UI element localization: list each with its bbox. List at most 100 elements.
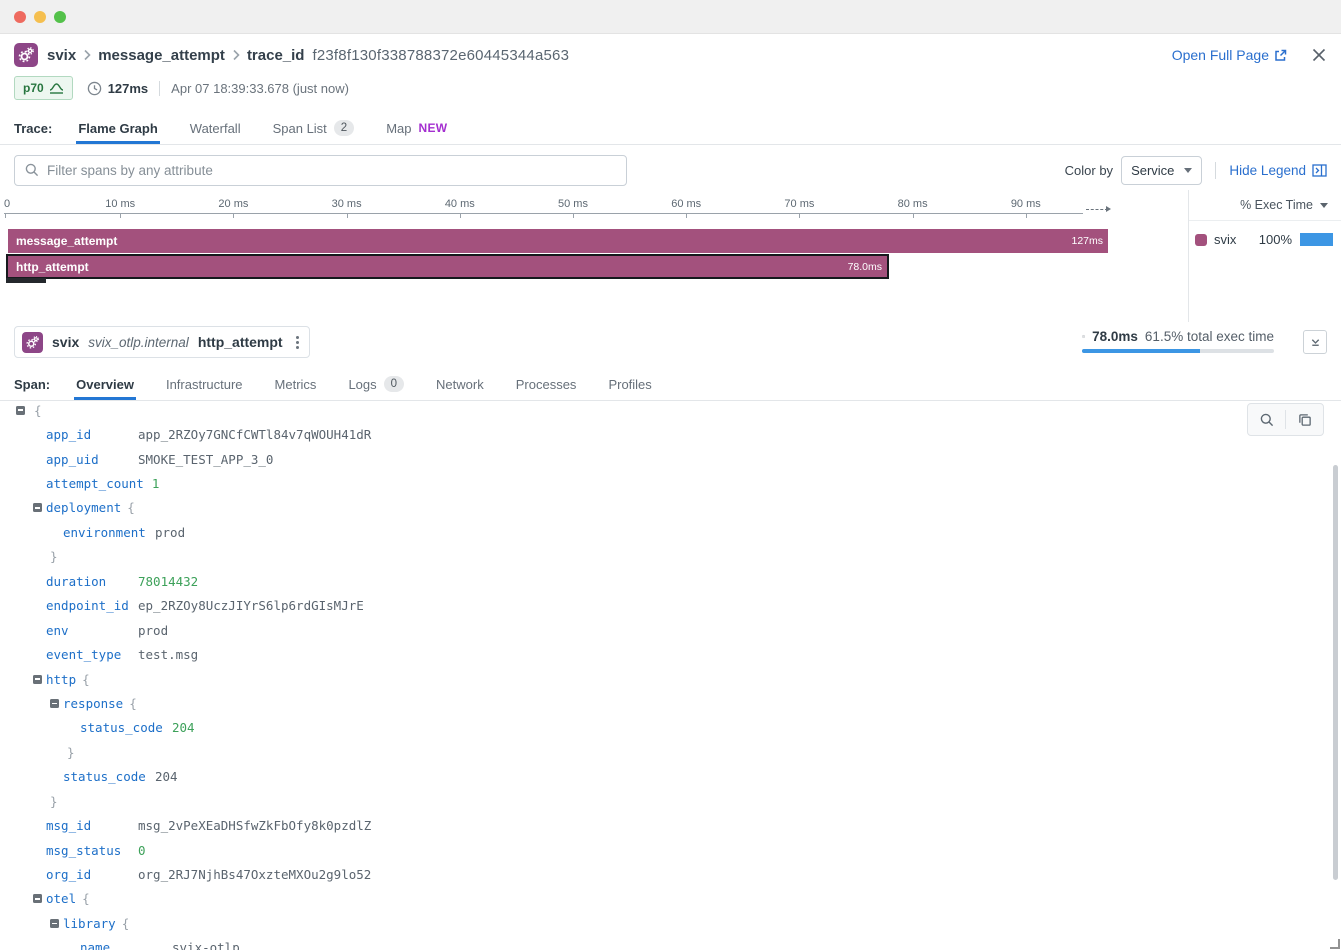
attr-value[interactable]: 78014432 (138, 574, 198, 589)
attr-object-close: } (0, 545, 1341, 569)
axis-tick-label: 50 ms (558, 198, 588, 210)
open-full-page-link[interactable]: Open Full Page (1172, 47, 1287, 63)
breadcrumb-resource[interactable]: message_attempt (98, 47, 225, 64)
tab-overview[interactable]: Overview (76, 368, 134, 400)
span-filter-input[interactable] (47, 163, 616, 178)
tab-profiles[interactable]: Profiles (608, 368, 651, 400)
attr-key[interactable]: event_type (46, 647, 130, 662)
window-close-button[interactable] (14, 11, 26, 23)
attr-row-msg-id: msg_id msg_2vPeXEaDHSfwZkFbOfy8k0pzdlZ (0, 813, 1341, 837)
attr-value[interactable]: app_2RZOy7GNCfCWTl84v7qWOUH41dR (138, 427, 371, 442)
attr-value[interactable]: 204 (155, 769, 178, 784)
attr-object-close: } (0, 789, 1341, 813)
color-by-selected-value: Service (1131, 163, 1174, 178)
breadcrumb-service[interactable]: svix (47, 47, 76, 64)
attr-key[interactable]: library (63, 916, 116, 931)
kebab-menu-icon[interactable] (292, 334, 303, 351)
axis-tick-label: 20 ms (218, 198, 248, 210)
tab-metrics[interactable]: Metrics (275, 368, 317, 400)
attr-key[interactable]: app_uid (46, 452, 130, 467)
attr-key[interactable]: app_id (46, 427, 130, 442)
attr-key[interactable]: deployment (46, 500, 121, 515)
attr-key[interactable]: msg_id (46, 818, 130, 833)
search-attributes-button[interactable] (1248, 404, 1285, 435)
attr-value[interactable]: ep_2RZOy8UczJIYrS6lp6rdGIsMJrE (138, 598, 364, 613)
attr-key[interactable]: http (46, 672, 76, 687)
flame-span-http-attempt[interactable]: http_attempt78.0ms (6, 254, 889, 279)
attr-row-app-uid: app_uid SMOKE_TEST_APP_3_0 (0, 447, 1341, 471)
tab-flame-graph[interactable]: Flame Graph (78, 112, 157, 144)
attr-key[interactable]: name (80, 940, 164, 950)
search-icon (25, 163, 39, 177)
attr-row-event-type: event_type test.msg (0, 642, 1341, 666)
attr-key[interactable]: otel (46, 891, 76, 906)
legend-row-svix[interactable]: svix100% (1189, 221, 1341, 247)
tab-processes[interactable]: Processes (516, 368, 577, 400)
tab-waterfall[interactable]: Waterfall (190, 112, 241, 144)
exec-time-legend-header[interactable]: % Exec Time (1189, 190, 1341, 221)
flame-span-message-attempt[interactable]: message_attempt127ms (8, 229, 1108, 253)
attr-key[interactable]: status_code (80, 720, 164, 735)
copy-attributes-button[interactable] (1286, 404, 1323, 435)
percentile-label: p70 (23, 81, 44, 95)
vertical-scrollbar[interactable] (1333, 465, 1338, 880)
flame-graph: 010 ms20 ms30 ms40 ms50 ms60 ms70 ms80 m… (0, 196, 1182, 322)
attr-value[interactable]: svix-otlp (172, 940, 240, 950)
attr-value[interactable]: 1 (152, 476, 160, 491)
attr-value[interactable]: SMOKE_TEST_APP_3_0 (138, 452, 273, 467)
attr-row-environment: environment prod (0, 520, 1341, 544)
attr-object-close: } (0, 740, 1341, 764)
span-filter-box[interactable] (14, 155, 627, 186)
attr-key[interactable]: endpoint_id (46, 598, 130, 613)
attr-key[interactable]: msg_status (46, 843, 130, 858)
attr-key[interactable]: env (46, 623, 130, 638)
collapse-toggle-icon[interactable] (50, 699, 59, 708)
tab-network[interactable]: Network (436, 368, 484, 400)
window-zoom-button[interactable] (54, 11, 66, 23)
collapse-toggle-icon[interactable] (33, 675, 42, 684)
collapse-toggle-icon[interactable] (50, 919, 59, 928)
tab-infrastructure[interactable]: Infrastructure (166, 368, 243, 400)
span-exec-percentage: 61.5% total exec time (1145, 329, 1274, 344)
tab-label: Network (436, 377, 484, 392)
attr-key[interactable]: status_code (63, 769, 147, 784)
tab-span-list[interactable]: Span List2 (273, 112, 355, 144)
window-minimize-button[interactable] (34, 11, 46, 23)
hide-legend-link[interactable]: Hide Legend (1229, 163, 1327, 178)
attr-key[interactable]: org_id (46, 867, 130, 882)
attr-key[interactable]: environment (63, 525, 147, 540)
collapsed-child-span[interactable] (6, 278, 46, 283)
tab-logs[interactable]: Logs0 (348, 368, 404, 400)
attr-value[interactable]: prod (138, 623, 168, 638)
color-by-select[interactable]: Service (1121, 156, 1202, 185)
attr-value[interactable]: org_2RJ7NjhBs47OxzteMXOu2g9lo52 (138, 867, 371, 882)
collapse-toggle-icon[interactable] (16, 406, 25, 415)
attr-value[interactable]: test.msg (138, 647, 198, 662)
exec-progress-track (1082, 349, 1274, 353)
collapse-toggle-icon[interactable] (33, 894, 42, 903)
tab-label: Span List (273, 121, 327, 136)
latency-percentile-badge[interactable]: p70 (14, 76, 73, 100)
close-panel-icon[interactable] (1311, 47, 1327, 63)
attr-key[interactable]: response (63, 696, 123, 711)
attr-key[interactable]: attempt_count (46, 476, 144, 491)
window-titlebar (0, 0, 1341, 34)
span-detail-header: svix svix_otlp.internal http_attempt 78.… (14, 326, 1327, 359)
collapse-toggle-icon[interactable] (33, 503, 42, 512)
chevron-right-icon (232, 49, 240, 61)
attr-value[interactable]: 204 (172, 720, 195, 735)
attr-value[interactable]: 0 (138, 843, 146, 858)
span-identity-chip[interactable]: svix svix_otlp.internal http_attempt (14, 326, 310, 358)
attr-row-env: envprod (0, 618, 1341, 642)
attr-value[interactable]: msg_2vPeXEaDHSfwZkFbOfy8k0pzdlZ (138, 818, 371, 833)
attr-value[interactable]: prod (155, 525, 185, 540)
tab-map[interactable]: MapNEW (386, 112, 447, 144)
attr-key[interactable]: duration (46, 574, 130, 589)
collapse-span-panel-button[interactable] (1303, 330, 1327, 354)
axis-tick-label: 10 ms (105, 198, 135, 210)
sort-descending-icon (1320, 203, 1328, 208)
color-by-label: Color by (1065, 163, 1113, 178)
axis-tick (913, 214, 914, 218)
window-resize-handle[interactable] (1330, 939, 1340, 949)
hide-legend-label: Hide Legend (1229, 163, 1306, 178)
